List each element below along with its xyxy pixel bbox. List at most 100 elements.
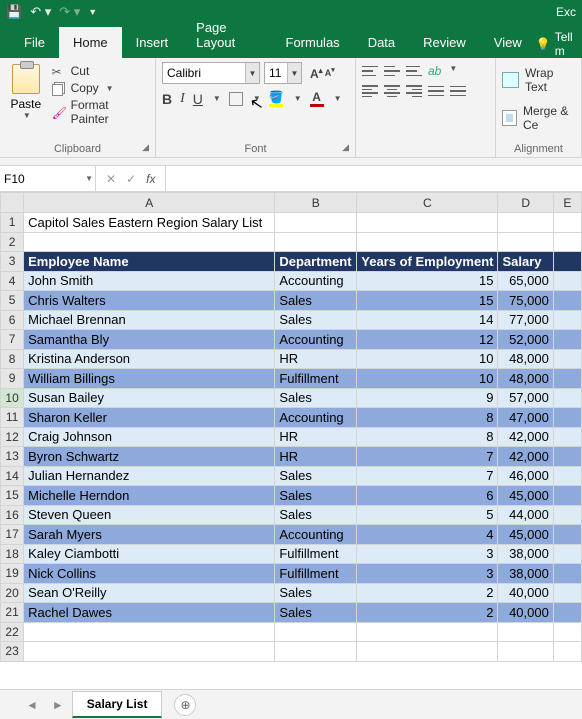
bold-button[interactable]: B xyxy=(162,91,172,107)
row-header[interactable]: 23 xyxy=(1,642,24,662)
cell[interactable]: HR xyxy=(275,427,357,447)
wrap-text-button[interactable]: Wrap Text xyxy=(502,66,575,94)
tab-home[interactable]: Home xyxy=(59,27,122,58)
decrease-font-icon[interactable]: A▾ xyxy=(325,66,335,81)
cell[interactable] xyxy=(553,388,581,408)
dialog-launcher-icon[interactable]: ◢ xyxy=(342,142,349,153)
cell[interactable]: 38,000 xyxy=(498,544,553,564)
cell[interactable] xyxy=(357,622,498,642)
cell[interactable]: Sales xyxy=(275,486,357,506)
row-header[interactable]: 3 xyxy=(1,252,24,272)
align-middle-icon[interactable] xyxy=(384,64,400,78)
cell[interactable]: 48,000 xyxy=(498,369,553,389)
cell[interactable]: 7 xyxy=(357,447,498,467)
align-top-icon[interactable] xyxy=(362,64,378,78)
col-header-b[interactable]: B xyxy=(275,193,357,213)
tab-review[interactable]: Review xyxy=(409,27,480,58)
cell[interactable] xyxy=(553,252,581,272)
cell[interactable] xyxy=(275,213,357,233)
cell[interactable]: 57,000 xyxy=(498,388,553,408)
cell[interactable] xyxy=(553,603,581,623)
redo-icon[interactable]: ↷ ▾ xyxy=(59,4,80,20)
chevron-down-icon[interactable]: ▼ xyxy=(334,94,342,103)
chevron-down-icon[interactable]: ▼ xyxy=(253,94,261,103)
row-header[interactable]: 1 xyxy=(1,213,24,233)
row-header[interactable]: 13 xyxy=(1,447,24,467)
chevron-down-icon[interactable]: ▼ xyxy=(213,94,221,103)
cell[interactable]: Sales xyxy=(275,603,357,623)
cell[interactable]: 9 xyxy=(357,388,498,408)
cell[interactable] xyxy=(498,213,553,233)
cell[interactable] xyxy=(553,310,581,330)
row-header[interactable]: 18 xyxy=(1,544,24,564)
cell[interactable] xyxy=(553,505,581,525)
cell[interactable]: Accounting xyxy=(275,408,357,428)
cell[interactable]: Kristina Anderson xyxy=(24,349,275,369)
align-bottom-icon[interactable] xyxy=(406,64,422,78)
cell[interactable]: 40,000 xyxy=(498,583,553,603)
increase-indent-icon[interactable] xyxy=(450,84,466,98)
cell[interactable]: HR xyxy=(275,349,357,369)
cell[interactable]: Sales xyxy=(275,466,357,486)
cell[interactable]: 2 xyxy=(357,603,498,623)
cell[interactable]: 8 xyxy=(357,427,498,447)
cell[interactable] xyxy=(553,408,581,428)
cell[interactable]: Samantha Bly xyxy=(24,330,275,350)
chevron-down-icon[interactable]: ▼ xyxy=(85,174,93,183)
cell[interactable]: William Billings xyxy=(24,369,275,389)
tab-page-layout[interactable]: Page Layout xyxy=(182,12,271,58)
cell[interactable] xyxy=(275,232,357,252)
enter-icon[interactable]: ✓ xyxy=(126,172,136,186)
cell[interactable]: Byron Schwartz xyxy=(24,447,275,467)
select-all-corner[interactable] xyxy=(1,193,24,213)
row-header[interactable]: 11 xyxy=(1,408,24,428)
cell[interactable]: Fulfillment xyxy=(275,544,357,564)
cell[interactable] xyxy=(553,564,581,584)
cell[interactable]: 12 xyxy=(357,330,498,350)
cell[interactable]: Kaley Ciambotti xyxy=(24,544,275,564)
cell[interactable]: Nick Collins xyxy=(24,564,275,584)
col-header-d[interactable]: D xyxy=(498,193,553,213)
row-header[interactable]: 17 xyxy=(1,525,24,545)
font-name-input[interactable] xyxy=(162,62,260,84)
row-header[interactable]: 2 xyxy=(1,232,24,252)
cell[interactable]: Rachel Dawes xyxy=(24,603,275,623)
row-header[interactable]: 7 xyxy=(1,330,24,350)
cell[interactable] xyxy=(553,369,581,389)
cell[interactable]: Accounting xyxy=(275,330,357,350)
name-box-input[interactable] xyxy=(4,172,74,186)
row-header[interactable]: 6 xyxy=(1,310,24,330)
cell[interactable]: 15 xyxy=(357,271,498,291)
cell[interactable] xyxy=(553,330,581,350)
row-header[interactable]: 22 xyxy=(1,622,24,642)
row-header[interactable]: 4 xyxy=(1,271,24,291)
cell[interactable]: 42,000 xyxy=(498,427,553,447)
tell-me[interactable]: 💡Tell m xyxy=(536,30,582,58)
cell[interactable] xyxy=(553,583,581,603)
cell[interactable]: Michelle Herndon xyxy=(24,486,275,506)
col-header-c[interactable]: C xyxy=(357,193,498,213)
cell[interactable]: Sharon Keller xyxy=(24,408,275,428)
cell[interactable] xyxy=(498,642,553,662)
cell[interactable]: Accounting xyxy=(275,525,357,545)
cell[interactable]: 7 xyxy=(357,466,498,486)
col-header-a[interactable]: A xyxy=(24,193,275,213)
format-painter-button[interactable]: 🖌Format Painter xyxy=(52,98,149,126)
cell[interactable]: 4 xyxy=(357,525,498,545)
cell[interactable]: 10 xyxy=(357,369,498,389)
underline-button[interactable]: U xyxy=(193,91,203,107)
paste-button[interactable]: Paste ▼ xyxy=(6,62,46,126)
fx-icon[interactable]: fx xyxy=(146,172,155,186)
cell[interactable]: 48,000 xyxy=(498,349,553,369)
formula-input[interactable] xyxy=(166,166,582,191)
align-center-icon[interactable] xyxy=(384,84,400,98)
font-color-button[interactable]: A xyxy=(310,90,324,107)
merge-center-button[interactable]: Merge & Ce xyxy=(502,104,575,132)
cell[interactable]: Michael Brennan xyxy=(24,310,275,330)
row-header[interactable]: 19 xyxy=(1,564,24,584)
font-size-input[interactable] xyxy=(264,62,302,84)
tab-view[interactable]: View xyxy=(480,27,536,58)
borders-button[interactable] xyxy=(229,92,243,106)
row-header[interactable]: 9 xyxy=(1,369,24,389)
cell[interactable] xyxy=(498,232,553,252)
